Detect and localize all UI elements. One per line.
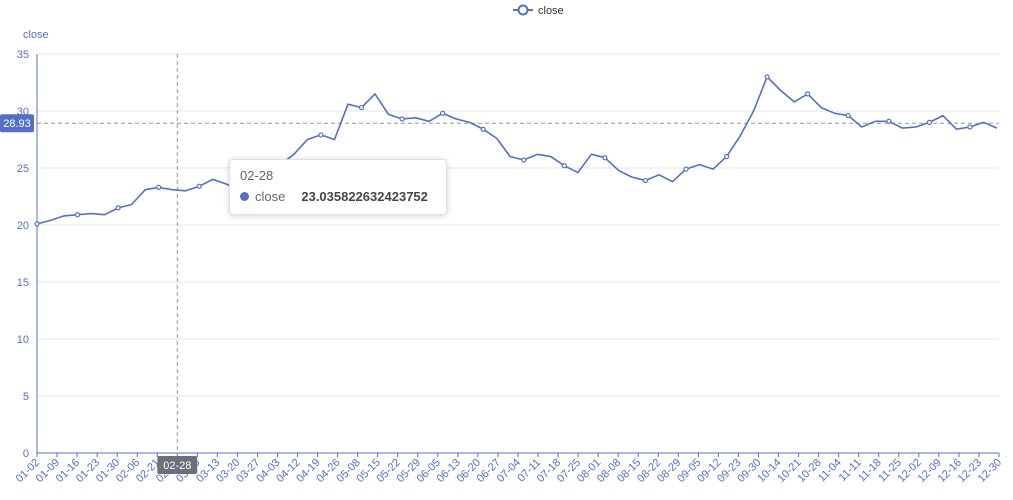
data-point[interactable] (642, 177, 649, 184)
legend-marker-icon (517, 4, 529, 16)
data-point[interactable] (196, 183, 202, 189)
y-axis-title: close (23, 29, 49, 41)
legend-label[interactable]: close (538, 5, 564, 17)
data-point[interactable] (115, 205, 121, 211)
tooltip-row: close 23.035822632423752 (240, 189, 436, 204)
y-tick-label: 0 (23, 448, 29, 460)
data-point[interactable] (34, 221, 40, 227)
data-point[interactable] (318, 132, 324, 138)
data-point[interactable] (683, 166, 689, 172)
tooltip: 02-28 close 23.035822632423752 (229, 159, 447, 215)
data-point[interactable] (886, 118, 892, 124)
reference-label: 28.93 (3, 118, 31, 130)
series-line[interactable] (36, 76, 998, 225)
data-point[interactable] (926, 119, 932, 126)
tooltip-series-name: close (255, 189, 286, 204)
data-point[interactable] (480, 126, 486, 132)
data-point[interactable] (602, 155, 608, 161)
y-tick-label: 5 (23, 391, 29, 403)
y-tick-label: 35 (17, 49, 29, 61)
data-point[interactable] (723, 154, 730, 160)
series-dot-icon (240, 192, 249, 201)
data-point[interactable] (521, 157, 527, 163)
y-tick-label: 15 (17, 277, 29, 289)
pointer-label: 02-28 (163, 460, 191, 472)
legend[interactable]: close (513, 4, 564, 17)
data-point[interactable] (764, 74, 770, 80)
grid-lines (37, 53, 999, 397)
data-point[interactable] (967, 124, 973, 130)
data-point[interactable] (74, 212, 81, 218)
data-point[interactable] (156, 184, 162, 190)
y-tick-label: 25 (17, 163, 29, 175)
y-axis: 05101520253035 (17, 49, 38, 460)
tooltip-title: 02-28 (240, 168, 274, 183)
data-point[interactable] (845, 112, 851, 119)
y-tick-label: 10 (17, 334, 29, 346)
data-point[interactable] (561, 163, 567, 169)
data-point[interactable] (399, 116, 405, 122)
x-tick-label: 11-04 (816, 457, 844, 485)
y-tick-label: 20 (17, 220, 29, 232)
data-point[interactable] (358, 104, 365, 111)
data-point[interactable] (440, 110, 446, 116)
axis-pointer: 02-28 (157, 54, 198, 474)
tooltip-value: 23.035822632423752 (301, 189, 428, 204)
data-point[interactable] (805, 91, 811, 97)
series-close[interactable] (34, 74, 998, 227)
x-tick-label: 12-30 (976, 457, 1004, 485)
line-chart: 05101520253035 01-0201-0901-1601-2301-30… (0, 4, 1004, 485)
